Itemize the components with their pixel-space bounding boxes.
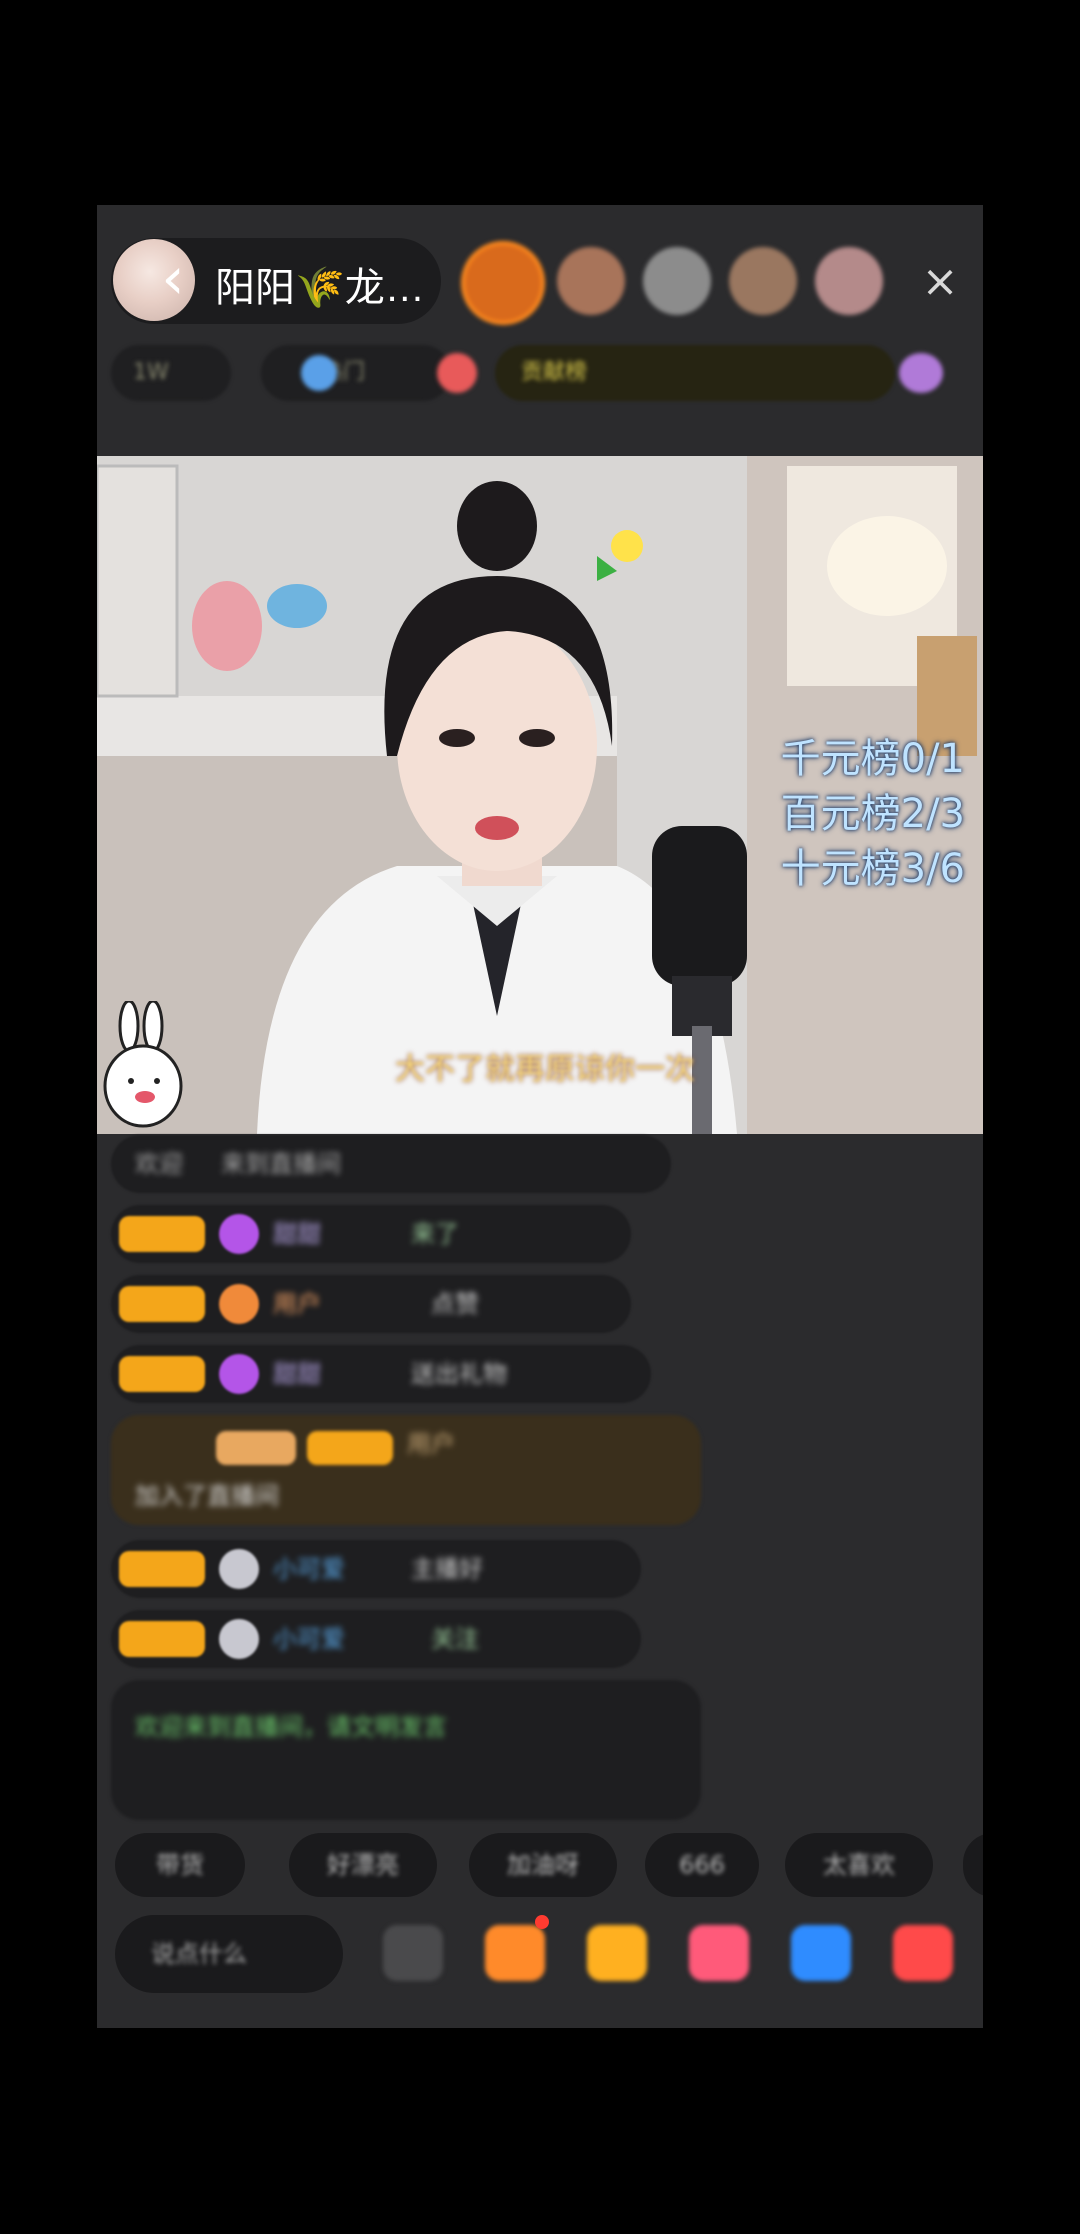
- menu-icon[interactable]: [893, 1925, 953, 1981]
- host-name[interactable]: 阳阳🌾龙…: [215, 255, 425, 313]
- quick-reply-button[interactable]: [963, 1833, 983, 1897]
- notification-dot: [535, 1915, 549, 1929]
- live-video[interactable]: 千元榜0/1 百元榜2/3 十元榜3/6 大不了就再原谅你一次: [97, 456, 983, 1134]
- chevron-left-icon[interactable]: ‹: [151, 241, 195, 315]
- quick-reply-button[interactable]: 666: [645, 1833, 759, 1897]
- fan-badge: [119, 1286, 205, 1322]
- viewer-avatar[interactable]: [815, 247, 883, 315]
- contribution-text: 贡献榜: [521, 360, 588, 385]
- comment-input[interactable]: 说点什么: [115, 1915, 343, 1993]
- viewer-avatar[interactable]: [729, 247, 797, 315]
- fan-badge: [119, 1356, 205, 1392]
- level-icon: [219, 1284, 259, 1324]
- chat-message[interactable]: 甜甜 来了: [111, 1205, 631, 1263]
- more-icon[interactable]: [383, 1925, 443, 1981]
- rank-ten: 十元榜3/6: [780, 846, 965, 892]
- popularity-text: 1W: [133, 360, 169, 385]
- viewer-avatar[interactable]: [557, 247, 625, 315]
- chat-message[interactable]: 欢迎 来到直播间: [111, 1135, 671, 1193]
- quick-reply-button[interactable]: 好漂亮: [289, 1833, 437, 1897]
- quick-reply-button[interactable]: 带货: [115, 1833, 245, 1897]
- diamond-icon: [219, 1354, 259, 1394]
- quick-reply-button[interactable]: 太喜欢: [785, 1833, 933, 1897]
- rank-hundred: 百元榜2/3: [780, 791, 965, 837]
- diamond-icon: [219, 1214, 259, 1254]
- chat-message-highlight[interactable]: 用户 加入了直播间: [111, 1415, 701, 1525]
- gift-rank-icon[interactable]: [899, 353, 943, 393]
- fan-badge: [119, 1621, 205, 1657]
- quick-reply-button[interactable]: 加油呀: [469, 1833, 617, 1897]
- bunny-sticker-icon[interactable]: [97, 1001, 197, 1131]
- fire-icon: [437, 353, 477, 393]
- lyric-subtitle: 大不了就再原谅你一次: [395, 1052, 695, 1087]
- live-stream-screen: ‹ 阳阳🌾龙… × 1W 热门 贡献榜 千元榜0/1 百元榜2/3 十元榜3/6…: [97, 205, 983, 2028]
- close-icon[interactable]: ×: [915, 257, 965, 307]
- viewer-avatar[interactable]: [461, 241, 545, 325]
- chat-message[interactable]: 甜甜 送出礼物: [111, 1345, 651, 1403]
- fan-badge: [307, 1431, 393, 1465]
- fan-badge: [119, 1216, 205, 1252]
- heart-icon[interactable]: [689, 1925, 749, 1981]
- hot-icon: [301, 355, 337, 391]
- chat-message[interactable]: 小可爱 主播好: [111, 1540, 641, 1598]
- level-badge: [216, 1431, 296, 1465]
- system-message: 欢迎来到直播间，请文明发言: [111, 1680, 701, 1820]
- popularity-chip[interactable]: [111, 345, 231, 401]
- chat-message[interactable]: 用户 点赞: [111, 1275, 631, 1333]
- fan-badge: [119, 1551, 205, 1587]
- gift-icon[interactable]: [587, 1925, 647, 1981]
- avatar-icon: [219, 1619, 259, 1659]
- info-row: 1W 热门 贡献榜: [111, 345, 961, 401]
- game-icon[interactable]: [791, 1925, 851, 1981]
- viewer-avatar[interactable]: [643, 247, 711, 315]
- chat-message[interactable]: 小可爱 关注: [111, 1610, 641, 1668]
- avatar-icon: [219, 1549, 259, 1589]
- shop-icon[interactable]: [485, 1925, 545, 1981]
- rank-thousand: 千元榜0/1: [780, 736, 965, 782]
